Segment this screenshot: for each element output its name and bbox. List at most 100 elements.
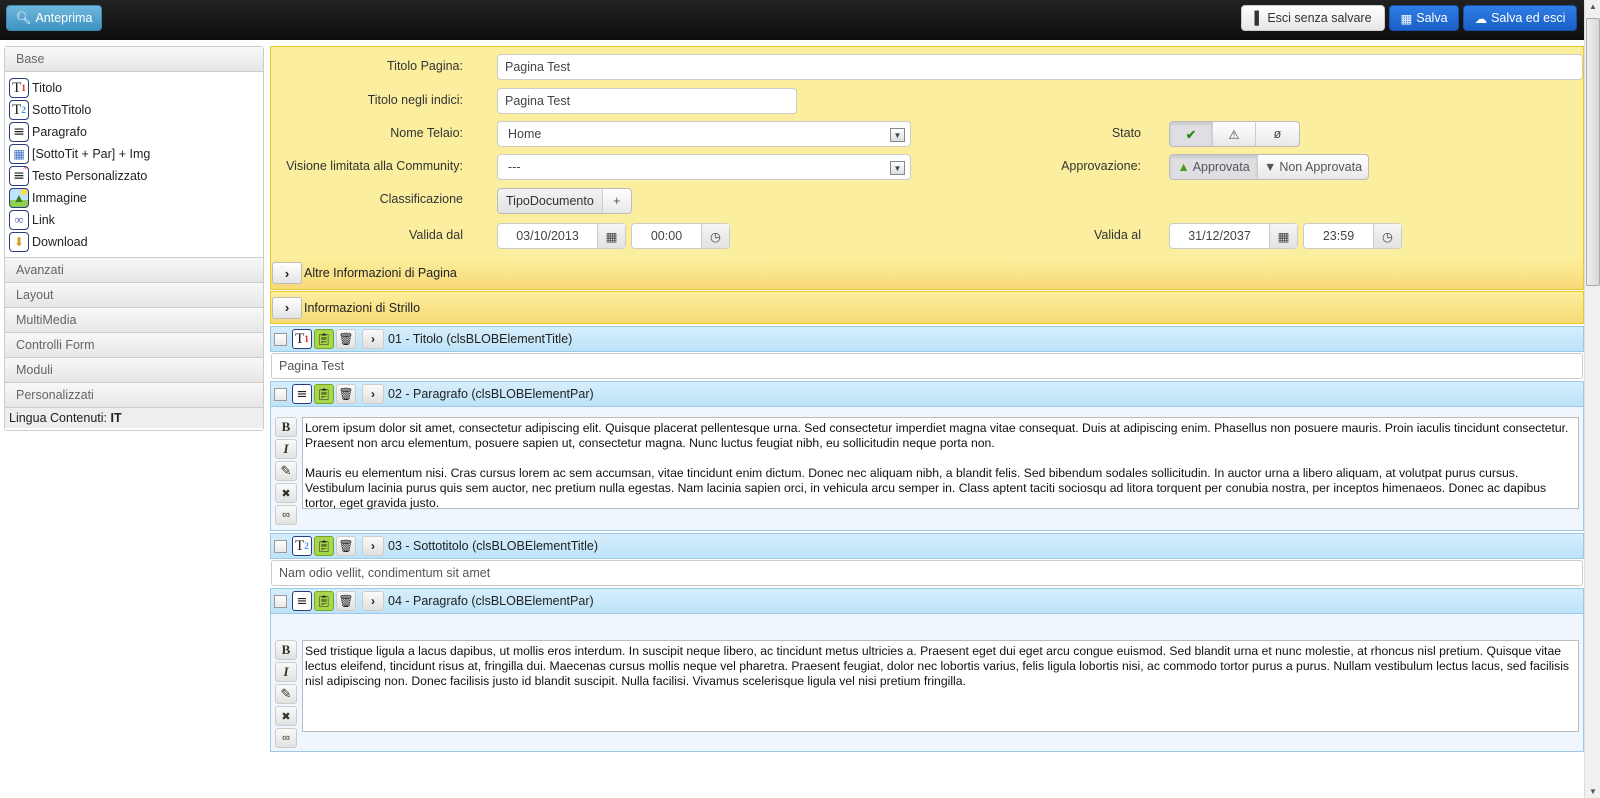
bold-button[interactable]: B [275,640,297,660]
chevron-right-icon[interactable]: › [272,296,302,319]
top-toolbar: 🔍︎ Anteprima ▌ Esci senza salvare ▦ Salv… [0,0,1584,40]
italic-button[interactable]: I [275,662,297,682]
palette-item-titolo[interactable]: T1 Titolo [9,77,263,99]
accordion-layout[interactable]: Layout [5,283,263,308]
link-icon[interactable]: ∞ [275,728,297,748]
classification-group: TipoDocumento + [497,188,632,214]
valid-to-label: Valida al [1093,228,1141,242]
chevron-down-icon: ▼ [890,128,905,142]
element-palette-sidebar: Base T1 Titolo T2 SottoTitolo ≡ Paragraf… [4,46,264,431]
trash-icon[interactable]: 🗑︎ [336,536,356,556]
accordion-controlli-form[interactable]: Controlli Form [5,333,263,358]
scrollbar-thumb[interactable] [1586,18,1600,286]
save-button[interactable]: ▦ Salva [1389,5,1459,31]
panel-informazioni-strillo[interactable]: › Informazioni di Strillo [270,291,1584,324]
palette-item-paragrafo[interactable]: ≡ Paragrafo [9,121,263,143]
add-classification-button[interactable]: + [603,189,631,213]
pencil-icon[interactable]: ✎ [275,461,297,481]
chevron-down-icon: ▼ [890,161,905,175]
trash-icon[interactable]: 🗑︎ [336,591,356,611]
copy-icon[interactable]: 📋︎ [314,329,334,349]
accordion-avanzati[interactable]: Avanzati [5,258,263,283]
paragraph-icon: ≡ [292,591,312,611]
page-scrollbar[interactable]: ▲ ▼ [1584,0,1600,798]
index-title-input[interactable]: Pagina Test [497,88,797,114]
accordion-moduli[interactable]: Moduli [5,358,263,383]
cloud-upload-icon: ☁ [1474,11,1488,26]
valid-from-date-input[interactable]: 03/10/2013 ▦ [497,223,626,249]
state-hidden-eye-slash-icon[interactable]: ø [1256,122,1299,146]
palette-item-sottotitolo[interactable]: T2 SottoTitolo [9,99,263,121]
clock-icon[interactable]: ◷ [1373,224,1401,248]
scroll-down-icon[interactable]: ▼ [1589,787,1597,796]
chevron-right-icon[interactable]: › [362,536,384,556]
state-warning-icon[interactable]: ⚠ [1213,122,1256,146]
element-select-checkbox[interactable] [274,332,287,346]
paragraph-text-area[interactable]: Lorem ipsum dolor sit amet, consectetur … [302,417,1579,510]
element-select-checkbox[interactable] [274,387,287,401]
copy-icon[interactable]: 📋︎ [314,536,334,556]
classification-tag[interactable]: TipoDocumento [498,189,603,213]
valid-to-date-input[interactable]: 31/12/2037 ▦ [1169,223,1298,249]
palette-item-link[interactable]: ∞ Link [9,209,263,231]
trash-icon[interactable]: 🗑︎ [336,329,356,349]
chevron-right-icon[interactable]: › [272,262,302,284]
calendar-icon[interactable]: ▦ [1269,224,1297,248]
floppy-disk-icon: ▦ [1400,11,1413,26]
valid-from-time-input[interactable]: 00:00 ◷ [631,223,730,249]
subtitle-paragraph-image-icon: ▦ [9,144,29,164]
community-select[interactable]: --- ▼ [497,154,911,180]
custom-text-icon: ≡ * [9,166,29,186]
page-properties-form: Titolo Pagina: Pagina Test Titolo negli … [270,46,1584,290]
approved-button[interactable]: ▲ Approvata [1170,155,1258,179]
link-icon[interactable]: ∞ [275,505,297,525]
remove-format-icon[interactable]: ✖ [275,706,297,726]
accordion-personalizzati[interactable]: Personalizzati [5,383,263,408]
remove-format-icon[interactable]: ✖ [275,483,297,503]
approval-toggle-group: ▲ Approvata ▼ Non Approvata [1169,154,1369,180]
not-approved-button[interactable]: ▼ Non Approvata [1258,155,1368,179]
clock-icon[interactable]: ◷ [701,224,729,248]
approval-label: Approvazione: [1061,159,1141,173]
chevron-right-icon[interactable]: › [362,329,384,349]
chevron-right-icon[interactable]: › [362,384,384,404]
element-select-checkbox[interactable] [274,594,287,608]
community-label: Visione limitata alla Community: [286,159,463,173]
pencil-icon[interactable]: ✎ [275,684,297,704]
panel-altre-informazioni[interactable]: › Altre Informazioni di Pagina [270,257,1584,290]
element-select-checkbox[interactable] [274,539,287,553]
chevron-right-icon[interactable]: › [362,591,384,611]
accordion-base[interactable]: Base [5,47,263,72]
page-editor: Titolo Pagina: Pagina Test Titolo negli … [270,46,1584,752]
preview-button[interactable]: 🔍︎ Anteprima [6,5,102,31]
search-icon: 🔍︎ [15,10,32,25]
palette-item-immagine[interactable]: ▲ Immagine [9,187,263,209]
copy-icon[interactable]: 📋︎ [314,384,334,404]
exit-without-saving-button[interactable]: ▌ Esci senza salvare [1241,5,1385,31]
link-icon: ∞ [9,210,29,230]
italic-button[interactable]: I [275,439,297,459]
valid-to-time-input[interactable]: 23:59 ◷ [1303,223,1402,249]
calendar-icon[interactable]: ▦ [597,224,625,248]
classification-label: Classificazione [379,192,463,206]
save-and-exit-button[interactable]: ☁ Salva ed esci [1463,5,1577,31]
subtitle-element-input[interactable]: Nam odio vellit, condimentum sit amet [271,560,1583,586]
palette-item-testo-personalizzato[interactable]: ≡ * Testo Personalizzato [9,165,263,187]
paragraph-text-area[interactable]: Sed tristique ligula a lacus dapibus, ut… [302,640,1579,732]
palette-item-download[interactable]: ⬇ Download [9,231,263,253]
copy-icon[interactable]: 📋︎ [314,591,334,611]
content-language-value: IT [110,411,122,425]
element-header: T1 📋︎ 🗑︎ › 01 - Titolo (clsBLOBElementTi… [270,326,1584,352]
page-title-input[interactable]: Pagina Test [497,54,1583,80]
bold-button[interactable]: B [275,417,297,437]
state-published-check-icon[interactable]: ✔ [1170,122,1213,146]
frame-select[interactable]: Home ▼ [497,121,911,147]
scroll-up-icon[interactable]: ▲ [1589,2,1597,11]
accordion-multimedia[interactable]: MultiMedia [5,308,263,333]
palette-item-subtitle-paragraph-image[interactable]: ▦ [SottoTit + Par] + Img [9,143,263,165]
trash-icon[interactable]: 🗑︎ [336,384,356,404]
element-header: ≡ 📋︎ 🗑︎ › 04 - Paragrafo (clsBLOBElement… [270,588,1584,614]
paragraph-editor: B I ✎ ✖ ∞ Sed tristique ligula a lacus d… [270,614,1584,752]
valid-from-label: Valida dal [409,228,463,242]
title-element-input[interactable]: Pagina Test [271,353,1583,379]
